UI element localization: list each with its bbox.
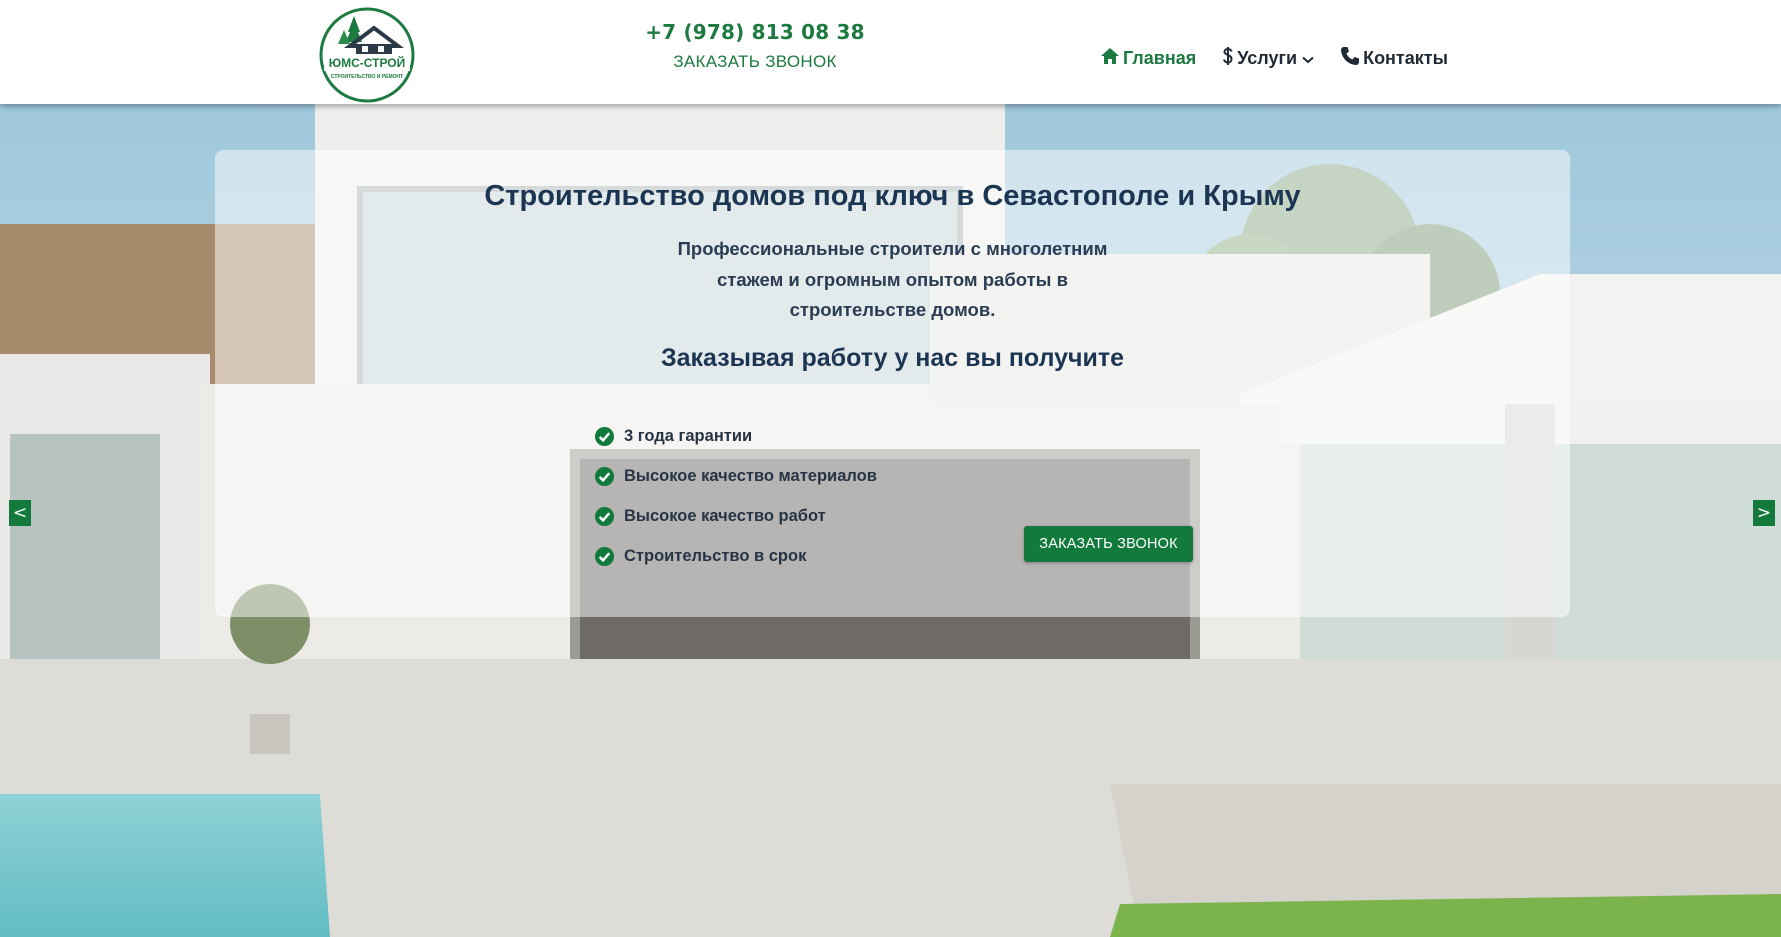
logo-brand: ЮМС-СТРОЙ <box>328 56 406 70</box>
check-circle-icon <box>594 426 615 446</box>
site-header: ЮМС-СТРОЙ строительство и ремонт +7 (978… <box>0 0 1781 104</box>
logo-tagline: строительство и ремонт <box>330 74 404 80</box>
benefits-heading: Заказывая работу у нас вы получите <box>660 344 1125 372</box>
request-callback-button[interactable]: ЗАКАЗАТЬ ЗВОНОК <box>1024 526 1193 562</box>
contact-block: +7 (978) 813 08 38 ЗАКАЗАТЬ ЗВОНОК <box>640 20 870 72</box>
benefit-item: Высокое качество работ <box>594 496 877 536</box>
benefit-item: Высокое качество материалов <box>594 456 877 496</box>
request-callback-link[interactable]: ЗАКАЗАТЬ ЗВОНОК <box>640 52 870 72</box>
benefit-item: 3 года гарантии <box>594 416 877 456</box>
nav-home-label: Главная <box>1123 48 1197 68</box>
check-circle-icon <box>594 506 615 526</box>
phone-icon <box>1340 46 1360 71</box>
dollar-icon <box>1222 46 1234 71</box>
benefit-text: Высокое качество работ <box>624 506 826 525</box>
benefit-text: Высокое качество материалов <box>624 466 877 485</box>
hero-slider: Строительство домов под ключ в Севастопо… <box>0 104 1781 937</box>
chevron-down-icon <box>1302 48 1314 69</box>
nav-item-contacts[interactable]: Контакты <box>1340 46 1448 71</box>
benefit-text: Строительство в срок <box>624 546 807 565</box>
slider-next-button[interactable]: > <box>1753 500 1775 526</box>
nav-item-home[interactable]: Главная <box>1100 47 1196 70</box>
phone-number[interactable]: +7 (978) 813 08 38 <box>640 20 870 44</box>
hero-subtitle: Профессиональные строители с многолетним… <box>677 238 1108 320</box>
logo-emblem <box>319 7 415 103</box>
benefit-item: Строительство в срок <box>594 536 877 576</box>
slider-prev-button[interactable]: < <box>9 500 31 526</box>
check-circle-icon <box>594 546 615 566</box>
hero-title: Строительство домов под ключ в Севастопо… <box>484 180 1301 212</box>
home-icon <box>1100 47 1120 70</box>
benefits-list: 3 года гарантии Высокое качество материа… <box>594 416 877 576</box>
nav-contacts-label: Контакты <box>1363 48 1448 68</box>
hero-content-card <box>215 150 1570 617</box>
benefit-text: 3 года гарантии <box>624 426 753 445</box>
nav-services-label: Услуги <box>1237 48 1298 68</box>
check-circle-icon <box>594 466 615 486</box>
nav-item-services[interactable]: Услуги <box>1222 46 1314 71</box>
main-nav: Главная Услуги Контакты <box>1100 46 1474 71</box>
company-logo[interactable]: ЮМС-СТРОЙ строительство и ремонт <box>316 6 418 104</box>
